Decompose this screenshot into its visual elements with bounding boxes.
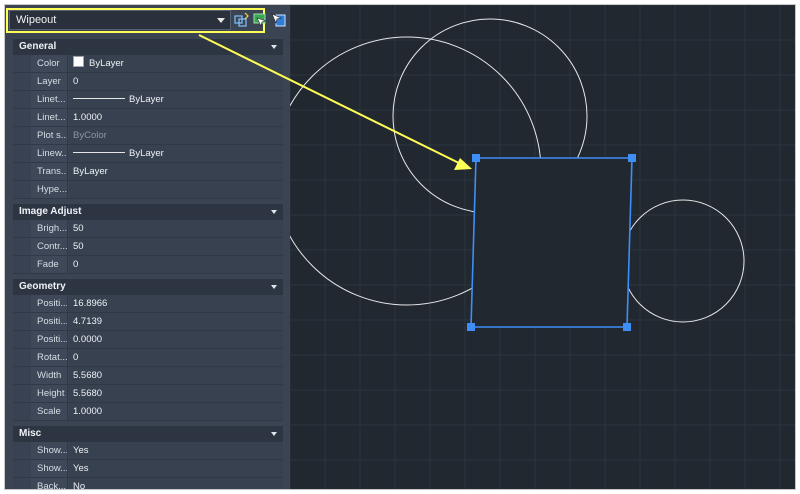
annotation-arrow-head [454, 158, 472, 170]
cad-window: Wipeout General Color ByLayer Layer 0 Li… [4, 4, 796, 490]
annotation-layer [198, 34, 472, 170]
annotation-arrow-line [198, 34, 464, 166]
